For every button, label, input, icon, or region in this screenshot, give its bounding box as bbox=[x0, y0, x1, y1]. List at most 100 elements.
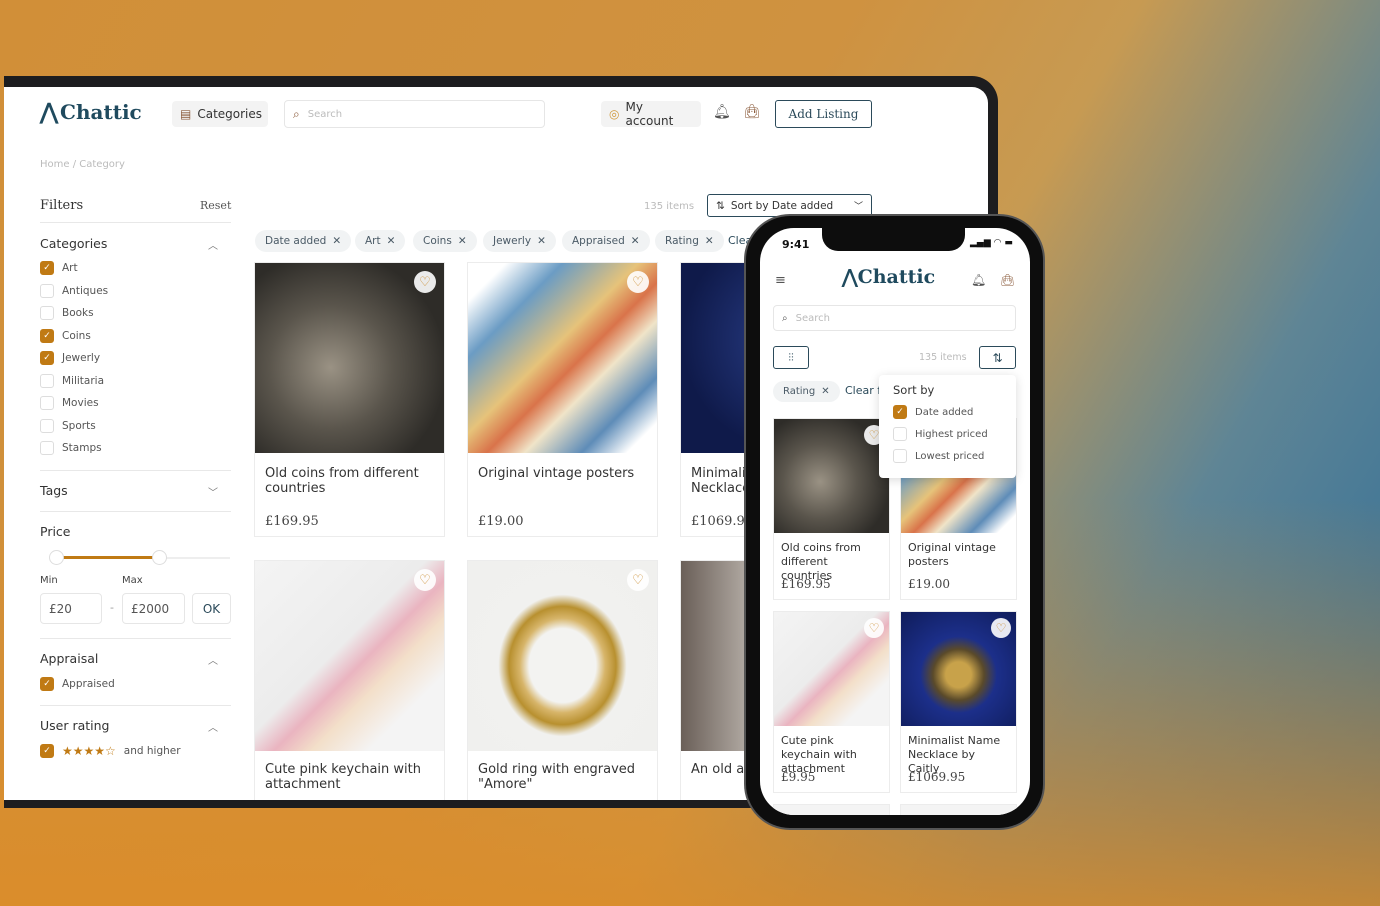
product-price: £1069.95 bbox=[691, 514, 754, 529]
category-checkbox-books[interactable]: Books bbox=[40, 302, 108, 325]
tags-section-title[interactable]: Tags bbox=[40, 483, 68, 498]
category-checkbox-art[interactable]: ✓ Art bbox=[40, 257, 108, 280]
product-title[interactable]: Gold ring with engraved "Amore" bbox=[478, 762, 649, 792]
category-checkbox-militaria[interactable]: Militaria bbox=[40, 370, 108, 393]
product-card[interactable]: ♡ Original vintage posters £19.00 bbox=[467, 262, 658, 537]
sort-option[interactable]: Lowest priced bbox=[893, 445, 1002, 467]
checkbox-icon bbox=[40, 373, 54, 388]
category-checkbox-antiques[interactable]: Antiques bbox=[40, 280, 108, 303]
close-icon[interactable]: ✕ bbox=[705, 235, 714, 247]
appraised-checkbox[interactable]: ✓ Appraised bbox=[40, 673, 115, 696]
product-price: £19.00 bbox=[908, 577, 950, 591]
close-icon[interactable]: ✕ bbox=[631, 235, 640, 247]
filter-chip[interactable]: Art ✕ bbox=[355, 230, 406, 252]
chevron-up-icon[interactable]: ︿ bbox=[208, 719, 218, 734]
breadcrumb[interactable]: Home / Category bbox=[40, 159, 125, 170]
filters-button[interactable]: ⫶⫶ bbox=[773, 346, 809, 369]
min-price-input[interactable]: £20 bbox=[40, 593, 102, 624]
category-checkbox-coins[interactable]: ✓ Coins bbox=[40, 325, 108, 348]
heart-icon[interactable]: ♡ bbox=[414, 271, 436, 293]
product-image[interactable] bbox=[468, 561, 657, 751]
categories-section-title[interactable]: Categories bbox=[40, 236, 107, 251]
product-image[interactable] bbox=[255, 561, 444, 751]
filter-chip[interactable]: Jewerly ✕ bbox=[483, 230, 556, 252]
chip-label: Jewerly bbox=[493, 235, 532, 247]
product-card[interactable] bbox=[773, 804, 890, 815]
heart-icon[interactable]: ♡ bbox=[414, 569, 436, 591]
sort-option[interactable]: ✓ Date added bbox=[893, 401, 1002, 423]
bell-icon[interactable]: 🔔︎ bbox=[971, 273, 986, 287]
price-min-handle[interactable] bbox=[49, 550, 64, 565]
document-icon: ▤ bbox=[180, 107, 192, 121]
price-ok-button[interactable]: OK bbox=[192, 593, 231, 624]
product-card[interactable]: ♡ Cute pink keychain with attachment bbox=[254, 560, 445, 800]
menu-icon[interactable]: ≡ bbox=[775, 273, 786, 288]
filter-chip[interactable]: Appraised ✕ bbox=[562, 230, 650, 252]
category-checkbox-movies[interactable]: Movies bbox=[40, 392, 108, 415]
product-card[interactable] bbox=[900, 804, 1017, 815]
add-listing-button[interactable]: Add Listing bbox=[775, 100, 872, 128]
chevron-down-icon[interactable]: ﹀ bbox=[208, 484, 218, 499]
categories-button[interactable]: ▤ Categories bbox=[172, 101, 268, 127]
filter-chip[interactable]: Rating ✕ bbox=[655, 230, 724, 252]
appraisal-section-title[interactable]: Appraisal bbox=[40, 651, 98, 666]
chip-label: Coins bbox=[423, 235, 452, 247]
shopping-bag-icon[interactable]: 👜︎ bbox=[743, 104, 761, 120]
mobile-logo[interactable]: ⋀Chattic bbox=[842, 266, 935, 288]
bell-icon[interactable]: 🔔︎ bbox=[713, 104, 731, 120]
category-checkbox-jewerly[interactable]: ✓ Jewerly bbox=[40, 347, 108, 370]
close-icon[interactable]: ✕ bbox=[537, 235, 546, 247]
sort-option[interactable]: Highest priced bbox=[893, 423, 1002, 445]
filter-chip[interactable]: Coins ✕ bbox=[413, 230, 477, 252]
category-label: Militaria bbox=[62, 374, 105, 387]
sort-icon: ⇅ bbox=[992, 350, 1003, 365]
clear-filters-link[interactable]: Clear f bbox=[845, 384, 881, 397]
close-icon[interactable]: ✕ bbox=[458, 235, 467, 247]
product-image[interactable] bbox=[255, 263, 444, 453]
price-slider-fill bbox=[56, 556, 160, 559]
logo[interactable]: ⋀ Chattic bbox=[40, 99, 142, 125]
heart-icon[interactable]: ♡ bbox=[864, 618, 884, 638]
product-card[interactable]: ♡ Old coins from different countries £16… bbox=[773, 418, 890, 600]
product-title[interactable]: Cute pink keychain with attachment bbox=[265, 762, 436, 792]
product-card[interactable]: ♡ Cute pink keychain with attachment £9.… bbox=[773, 611, 890, 793]
product-image[interactable] bbox=[468, 263, 657, 453]
filter-chip-rating[interactable]: Rating ✕ bbox=[773, 381, 840, 402]
close-icon[interactable]: ✕ bbox=[332, 235, 341, 247]
product-card[interactable]: ♡ Old coins from different countries £16… bbox=[254, 262, 445, 537]
search-input[interactable]: ⌕ Search bbox=[284, 100, 545, 128]
my-account-label: My account bbox=[625, 100, 674, 128]
filter-chip[interactable]: Date added ✕ bbox=[255, 230, 352, 252]
close-icon[interactable]: ✕ bbox=[387, 235, 396, 247]
items-count: 135 items bbox=[919, 352, 967, 363]
rating-checkbox[interactable]: ✓ ★★★★☆ and higher bbox=[40, 740, 181, 763]
checkbox-checked-icon: ✓ bbox=[40, 261, 54, 276]
checkbox-icon bbox=[40, 396, 54, 411]
chip-label: Art bbox=[365, 235, 381, 247]
chevron-up-icon[interactable]: ︿ bbox=[208, 237, 218, 252]
category-checkbox-sports[interactable]: Sports bbox=[40, 415, 108, 438]
heart-icon[interactable]: ♡ bbox=[627, 271, 649, 293]
my-account-button[interactable]: ◎ My account bbox=[601, 100, 701, 128]
sort-button[interactable]: ⇅ bbox=[979, 346, 1016, 369]
close-icon[interactable]: ✕ bbox=[821, 386, 829, 397]
sort-dropdown[interactable]: ⇅ Sort by Date added ﹀ bbox=[707, 194, 872, 217]
product-title[interactable]: Original vintage posters bbox=[478, 466, 649, 481]
user-rating-section-title[interactable]: User rating bbox=[40, 718, 110, 733]
max-price-input[interactable]: £2000 bbox=[122, 593, 185, 624]
chevron-up-icon[interactable]: ︿ bbox=[208, 652, 218, 667]
shopping-bag-icon[interactable]: 👜︎ bbox=[1000, 273, 1015, 287]
product-card[interactable]: ♡ Gold ring with engraved "Amore" bbox=[467, 560, 658, 800]
product-title[interactable]: Original vintage posters bbox=[908, 541, 1008, 569]
reset-button[interactable]: Reset bbox=[200, 199, 231, 212]
mobile-search-input[interactable]: ⌕ Search bbox=[773, 305, 1016, 331]
product-price: £169.95 bbox=[781, 577, 831, 591]
heart-icon[interactable]: ♡ bbox=[991, 618, 1011, 638]
status-time: 9:41 bbox=[782, 238, 810, 251]
category-checkbox-stamps[interactable]: Stamps bbox=[40, 437, 108, 460]
price-max-handle[interactable] bbox=[152, 550, 167, 565]
phone-frame: 9:41 ▂▄▆ ◠ ▬ ≡ ⋀Chattic 🔔︎ 👜︎ ⌕ Search ⫶⫶… bbox=[746, 216, 1043, 828]
product-card[interactable]: ♡ Minimalist Name Necklace by Caitly £10… bbox=[900, 611, 1017, 793]
heart-icon[interactable]: ♡ bbox=[627, 569, 649, 591]
product-title[interactable]: Old coins from different countries bbox=[265, 466, 436, 496]
